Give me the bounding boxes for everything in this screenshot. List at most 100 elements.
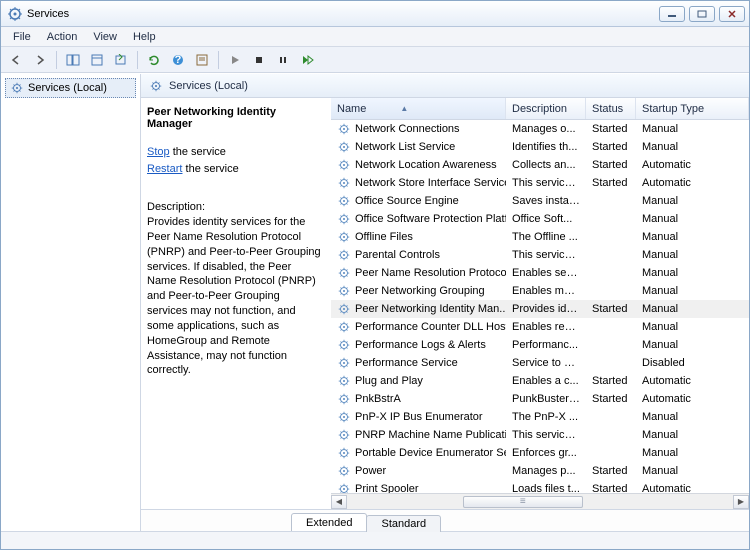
tree-node-services-local[interactable]: Services (Local) xyxy=(5,78,136,98)
service-startup: Automatic xyxy=(636,375,749,387)
back-button[interactable] xyxy=(5,50,27,70)
service-row[interactable]: Office Source EngineSaves install...Manu… xyxy=(331,192,749,210)
menu-view[interactable]: View xyxy=(85,29,125,45)
console-tree[interactable]: Services (Local) xyxy=(1,74,141,531)
service-name: Peer Name Resolution Protocol xyxy=(355,267,506,279)
description-text: Provides identity services for the Peer … xyxy=(147,215,321,378)
gear-icon xyxy=(337,338,351,352)
description-label: Description: xyxy=(147,201,321,213)
service-name: Plug and Play xyxy=(355,375,423,387)
gear-icon xyxy=(337,446,351,460)
tab-standard[interactable]: Standard xyxy=(366,515,441,532)
tab-extended[interactable]: Extended xyxy=(291,513,367,531)
pause-service-button[interactable] xyxy=(272,50,294,70)
col-name[interactable]: Name▲ xyxy=(331,98,506,119)
restart-service-button[interactable] xyxy=(296,50,318,70)
service-startup: Manual xyxy=(636,213,749,225)
service-row[interactable]: PnkBstrAPunkBuster ...StartedAutomatic xyxy=(331,390,749,408)
service-description: Enables a c... xyxy=(506,375,586,387)
minimize-button[interactable] xyxy=(659,6,685,22)
service-name: Office Software Protection Platf... xyxy=(355,213,506,225)
export-list-button[interactable] xyxy=(110,50,132,70)
service-row[interactable]: Network Location AwarenessCollects an...… xyxy=(331,156,749,174)
service-name: PnP-X IP Bus Enumerator xyxy=(355,411,483,423)
gear-icon xyxy=(337,122,351,136)
service-description: The Offline ... xyxy=(506,231,586,243)
menu-help[interactable]: Help xyxy=(125,29,164,45)
service-description: Manages p... xyxy=(506,465,586,477)
service-description: Identifies th... xyxy=(506,141,586,153)
maximize-button[interactable] xyxy=(689,6,715,22)
service-row[interactable]: Performance ServiceService to al...Disab… xyxy=(331,354,749,372)
gear-icon xyxy=(337,374,351,388)
service-startup: Manual xyxy=(636,195,749,207)
scroll-left-icon[interactable]: ◀ xyxy=(331,495,347,509)
scroll-thumb[interactable] xyxy=(463,496,583,508)
service-name: Performance Logs & Alerts xyxy=(355,339,486,351)
scroll-right-icon[interactable]: ▶ xyxy=(733,495,749,509)
forward-button[interactable] xyxy=(29,50,51,70)
service-row[interactable]: Network Store Interface ServiceThis serv… xyxy=(331,174,749,192)
col-status[interactable]: Status xyxy=(586,98,636,119)
svg-text:?: ? xyxy=(175,54,182,66)
titlebar[interactable]: Services xyxy=(1,1,749,27)
service-row[interactable]: Offline FilesThe Offline ...Manual xyxy=(331,228,749,246)
service-description: Performanc... xyxy=(506,339,586,351)
column-headers: Name▲ Description Status Startup Type xyxy=(331,98,749,120)
horizontal-scrollbar[interactable]: ◀ ▶ xyxy=(331,493,749,509)
service-row[interactable]: Peer Name Resolution ProtocolEnables ser… xyxy=(331,264,749,282)
help-button[interactable]: ? xyxy=(167,50,189,70)
gear-icon xyxy=(337,428,351,442)
services-window: Services File Action View Help ? xyxy=(0,0,750,550)
service-status: Started xyxy=(586,303,636,315)
service-name: Peer Networking Identity Man... xyxy=(355,303,506,315)
service-row[interactable]: PowerManages p...StartedManual xyxy=(331,462,749,480)
menu-action[interactable]: Action xyxy=(39,29,86,45)
service-row[interactable]: Performance Logs & AlertsPerformanc...Ma… xyxy=(331,336,749,354)
service-row[interactable]: Office Software Protection Platf...Offic… xyxy=(331,210,749,228)
service-row[interactable]: PnP-X IP Bus Enumerator The PnP-X ... Manu… xyxy=(331,408,749,426)
service-row[interactable]: Plug and PlayEnables a c...StartedAutoma… xyxy=(331,372,749,390)
service-description: Office Soft... xyxy=(506,213,586,225)
service-startup: Manual xyxy=(636,411,749,423)
service-row[interactable]: Network ConnectionsManages o...StartedMa… xyxy=(331,120,749,138)
service-row[interactable]: Performance Counter DLL HostEnables rem.… xyxy=(331,318,749,336)
start-service-button[interactable] xyxy=(224,50,246,70)
gear-icon xyxy=(337,482,351,493)
service-row[interactable]: Portable Device Enumerator Ser...Enforce… xyxy=(331,444,749,462)
properties-button[interactable] xyxy=(86,50,108,70)
service-description: Enables serv... xyxy=(506,267,586,279)
service-row[interactable]: Parental ControlsThis service ...Manual xyxy=(331,246,749,264)
col-description[interactable]: Description xyxy=(506,98,586,119)
service-row[interactable]: Peer Networking GroupingEnables mul...Ma… xyxy=(331,282,749,300)
menu-file[interactable]: File xyxy=(5,29,39,45)
service-name: Performance Counter DLL Host xyxy=(355,321,506,333)
restart-service-link[interactable]: Restart xyxy=(147,163,182,175)
close-button[interactable] xyxy=(719,6,745,22)
gear-icon xyxy=(149,79,163,93)
service-row[interactable]: Print SpoolerLoads files t...StartedAuto… xyxy=(331,480,749,493)
properties2-button[interactable] xyxy=(191,50,213,70)
service-description: Enables rem... xyxy=(506,321,586,333)
service-startup: Automatic xyxy=(636,177,749,189)
service-startup: Automatic xyxy=(636,393,749,405)
service-row[interactable]: PNRP Machine Name Publicati...This servi… xyxy=(331,426,749,444)
stop-suffix: the service xyxy=(170,146,226,158)
col-startup-type[interactable]: Startup Type xyxy=(636,98,749,119)
service-description: The PnP-X ... xyxy=(506,411,586,423)
stop-service-button[interactable] xyxy=(248,50,270,70)
refresh-button[interactable] xyxy=(143,50,165,70)
panel-header: Services (Local) xyxy=(141,74,749,98)
gear-icon xyxy=(337,194,351,208)
gear-icon xyxy=(337,140,351,154)
service-startup: Manual xyxy=(636,303,749,315)
stop-service-link[interactable]: Stop xyxy=(147,146,170,158)
service-startup: Manual xyxy=(636,123,749,135)
gear-icon xyxy=(337,284,351,298)
gear-icon xyxy=(337,266,351,280)
service-name: Print Spooler xyxy=(355,483,419,493)
service-row[interactable]: Peer Networking Identity Man...Provides … xyxy=(331,300,749,318)
service-description: PunkBuster ... xyxy=(506,393,586,405)
service-row[interactable]: Network List ServiceIdentifies th...Star… xyxy=(331,138,749,156)
show-hide-tree-button[interactable] xyxy=(62,50,84,70)
